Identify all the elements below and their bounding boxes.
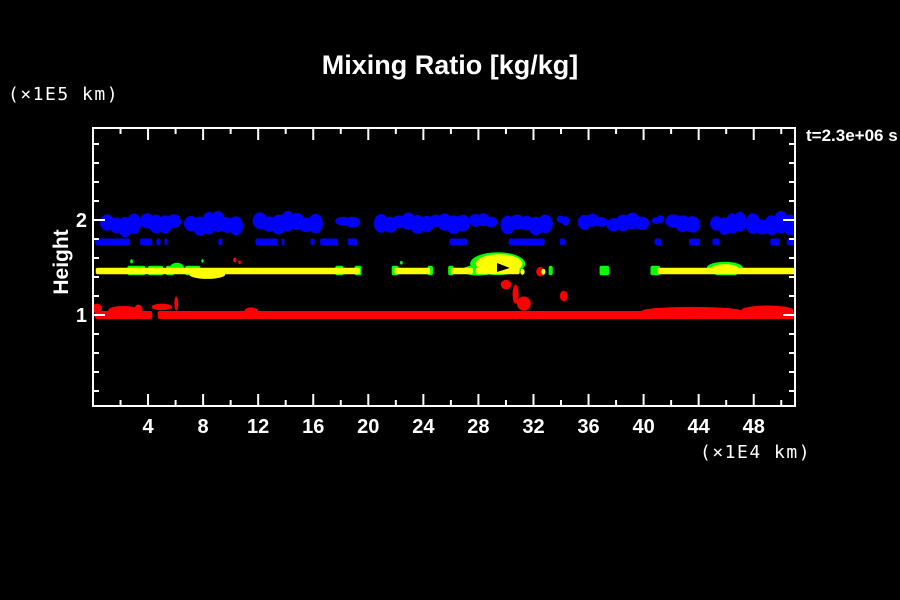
red-cloud-blob [560,291,568,301]
yellow-cloud-blob [520,269,524,275]
y-axis-unit-label: (×1E5 km) [8,84,119,105]
red-cloud-blob [517,296,531,310]
blue-cloud-line [218,239,222,246]
red-cloud-blob [174,296,178,310]
x-tick-label: 12 [247,416,269,438]
yellow-cloud-blob [711,264,739,273]
y-tick-label: 1 [76,305,87,327]
green-fringe-blob [130,259,133,263]
red-cloud-blob [134,305,142,315]
blue-cloud-line [165,239,168,246]
blue-cloud-line [509,239,545,246]
yellow-cloud-band [96,268,360,274]
chart-data-layers [92,211,798,319]
green-fringe-blob [201,259,203,263]
mixing-ratio-chart: Mixing Ratio [kg/kg] (×1E5 km) t=2.3e+06… [0,0,900,600]
blue-cloud-line [282,239,285,246]
red-cloud-blob [108,306,138,315]
blue-cloud-line [140,239,152,246]
blue-cloud-line [320,239,338,246]
x-tick-label: 48 [743,416,765,438]
blue-cloud-line [655,239,662,246]
blue-cloud-blob [594,217,607,227]
green-fringe-segment [600,266,610,276]
green-fringe-blob [400,261,403,265]
red-cloud-blob [233,258,236,263]
blue-cloud-line [95,239,130,246]
blue-cloud-blob [657,215,665,223]
blue-cloud-blob [127,213,141,234]
blue-cloud-line [156,239,160,246]
blue-cloud-blob [308,214,323,234]
x-tick-label: 8 [198,416,209,438]
x-tick-label: 36 [577,416,599,438]
x-tick-label: 16 [302,416,324,438]
yellow-cloud-band [451,268,473,274]
red-cloud-blob [741,306,793,316]
red-cloud-blob [244,307,258,315]
blue-cloud-line [255,239,277,246]
red-cloud-blob [501,280,511,290]
blue-cloud-line [560,239,566,246]
time-annotation: t=2.3e+06 s [806,126,898,145]
blue-cloud-line [310,239,314,246]
blue-cloud-blob [685,216,700,233]
blue-cloud-blob [167,214,181,228]
blue-cloud-blob [538,215,553,234]
x-tick-label: 20 [357,416,379,438]
x-tick-label: 40 [632,416,654,438]
yellow-cloud-band [394,268,430,274]
green-fringe-segment [549,266,553,276]
red-cloud-blob [238,260,241,264]
yellow-cloud-blob [541,269,545,275]
y-tick-label: 2 [76,210,87,232]
blue-cloud-blob [229,216,243,235]
x-tick-label: 32 [522,416,544,438]
plot-window: Mixing Ratio [kg/kg] (×1E5 km) t=2.3e+06… [0,0,900,600]
x-tick-label: 28 [467,416,489,438]
red-cloud-blob [642,307,741,315]
blue-cloud-blob [485,217,497,228]
blue-cloud-blob [734,212,747,232]
y-axis-title: Height [50,229,73,294]
x-axis-unit-label: (×1E4 km) [700,442,811,463]
blue-cloud-blob [456,215,471,232]
x-tick-label: 4 [142,416,154,438]
blue-cloud-blob [634,217,649,230]
blue-cloud-line [770,239,780,246]
blue-cloud-line [689,239,700,246]
chart-title: Mixing Ratio [kg/kg] [322,50,579,80]
blue-cloud-blob [562,216,570,225]
red-cloud-blob [152,304,173,311]
blue-cloud-blob [345,217,360,228]
blue-cloud-line [450,239,468,246]
x-tick-label: 24 [412,416,435,438]
axis-tick-labels: 481216202428323640444812 [76,210,765,438]
blue-cloud-line [712,239,719,246]
blue-cloud-line [348,239,358,246]
x-tick-label: 44 [688,416,711,438]
yellow-cloud-blob [189,270,225,279]
